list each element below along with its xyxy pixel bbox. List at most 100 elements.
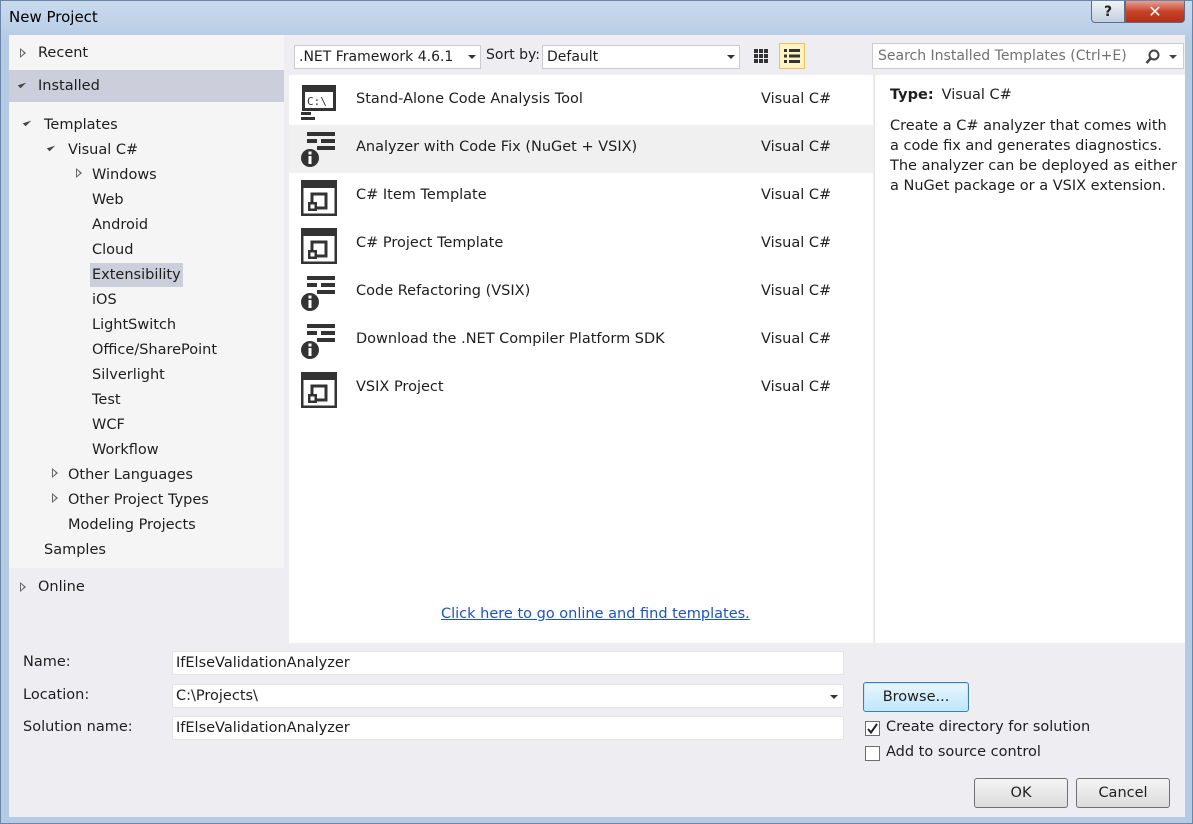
template-name: Stand-Alone Code Analysis Tool	[356, 91, 583, 107]
tree-installed[interactable]: Installed	[9, 70, 284, 102]
chevron-down-icon	[468, 55, 476, 59]
solution-name-field[interactable]: IfElseValidationAnalyzer	[172, 716, 844, 740]
tree-item-web[interactable]: Web	[92, 188, 124, 212]
template-language: Visual C#	[761, 139, 832, 155]
analyzer-icon	[301, 276, 335, 311]
tree-other-languages[interactable]: Other Languages	[68, 463, 193, 487]
tree-item-workflow[interactable]: Workflow	[92, 438, 159, 462]
sort-value: Default	[547, 49, 599, 65]
chevron-down-icon[interactable]	[1169, 55, 1177, 59]
chevron-down-icon	[727, 55, 735, 59]
solution-name-value: IfElseValidationAnalyzer	[176, 720, 350, 736]
location-field[interactable]: C:\Projects\	[172, 684, 844, 708]
template-language: Visual C#	[761, 187, 832, 203]
tree-online-label: Online	[38, 579, 85, 595]
template-row[interactable]: VSIX Project Visual C#	[289, 365, 873, 413]
tree-item-cloud[interactable]: Cloud	[92, 238, 133, 262]
tree-installed-label: Installed	[38, 78, 100, 94]
location-label: Location:	[23, 687, 90, 703]
search-icon[interactable]	[1145, 49, 1161, 65]
framework-dropdown[interactable]: .NET Framework 4.6.1	[294, 45, 481, 69]
ok-button[interactable]: OK	[974, 778, 1068, 808]
tree-modeling-projects[interactable]: Modeling Projects	[68, 513, 196, 537]
template-row[interactable]: C:\ Stand-Alone Code Analysis Tool Visua…	[289, 77, 873, 125]
tree-templates[interactable]: Templates	[44, 113, 118, 137]
grid-view-icon	[754, 49, 768, 63]
template-language: Visual C#	[761, 379, 832, 395]
browse-button[interactable]: Browse...	[863, 682, 969, 712]
template-row[interactable]: Download the .NET Compiler Platform SDK …	[289, 317, 873, 365]
template-row[interactable]: C# Project Template Visual C#	[289, 221, 873, 269]
tree-recent[interactable]: Recent	[9, 37, 284, 69]
create-directory-checkbox[interactable]	[865, 721, 880, 736]
template-row[interactable]: Code Refactoring (VSIX) Visual C#	[289, 269, 873, 317]
template-name: C# Item Template	[356, 187, 487, 203]
title-bar: New Project ? ✕	[1, 1, 1192, 35]
template-tree: Recent Installed Templates Visual C# Win…	[9, 35, 284, 568]
close-button[interactable]: ✕	[1125, 1, 1185, 23]
console-icon: C:\	[301, 85, 336, 120]
list-view-button[interactable]	[779, 43, 805, 69]
tree-online[interactable]: Online	[9, 571, 284, 603]
source-control-checkbox[interactable]	[865, 746, 880, 761]
help-button[interactable]: ?	[1091, 1, 1125, 23]
tree-item-lightswitch[interactable]: LightSwitch	[92, 313, 176, 337]
cancel-button[interactable]: Cancel	[1076, 778, 1170, 808]
analyzer-icon	[301, 324, 335, 359]
search-templates-input[interactable]: Search Installed Templates (Ctrl+E)	[872, 43, 1184, 69]
expand-arrow-icon[interactable]	[52, 493, 58, 503]
expand-arrow-icon[interactable]	[52, 468, 58, 478]
tree-item-windows[interactable]: Windows	[92, 163, 157, 187]
source-control-label[interactable]: Add to source control	[886, 744, 1041, 760]
template-toolbar: .NET Framework 4.6.1 Sort by: Default	[291, 43, 874, 73]
type-value: Visual C#	[941, 87, 1012, 103]
vsix-icon	[301, 180, 337, 216]
search-placeholder: Search Installed Templates (Ctrl+E)	[878, 48, 1127, 64]
expand-arrow-icon[interactable]	[20, 582, 26, 592]
tree-item-office-sharepoint[interactable]: Office/SharePoint	[92, 338, 217, 362]
type-label: Type:	[890, 87, 934, 103]
expand-arrow-icon[interactable]	[20, 48, 26, 58]
name-field[interactable]: IfElseValidationAnalyzer	[172, 651, 844, 675]
collapse-arrow-icon[interactable]	[17, 79, 27, 89]
template-description: Create a C# analyzer that comes with a c…	[890, 118, 1177, 194]
template-name: Download the .NET Compiler Platform SDK	[356, 331, 665, 347]
template-list: C:\ Stand-Alone Code Analysis Tool Visua…	[289, 75, 873, 643]
online-templates-link[interactable]: Click here to go online and find templat…	[441, 606, 750, 622]
svg-text:C:\: C:\	[307, 95, 327, 108]
dialog-body: Recent Installed Templates Visual C# Win…	[9, 35, 1185, 817]
template-row[interactable]: Analyzer with Code Fix (NuGet + VSIX) Vi…	[289, 125, 873, 173]
tree-item-silverlight[interactable]: Silverlight	[92, 363, 165, 387]
tree-item-extensibility[interactable]: Extensibility	[90, 263, 183, 287]
analyzer-icon	[301, 132, 335, 167]
small-icons-view-button[interactable]	[748, 43, 774, 69]
framework-value: .NET Framework 4.6.1	[299, 49, 454, 65]
template-name: C# Project Template	[356, 235, 504, 251]
tree-item-ios[interactable]: iOS	[92, 288, 117, 312]
chevron-down-icon[interactable]	[830, 695, 838, 699]
template-name: Code Refactoring (VSIX)	[356, 283, 531, 299]
tree-item-android[interactable]: Android	[92, 213, 148, 237]
template-language: Visual C#	[761, 283, 832, 299]
tree-other-project-types[interactable]: Other Project Types	[68, 488, 209, 512]
create-directory-label[interactable]: Create directory for solution	[886, 719, 1090, 735]
tree-item-wcf[interactable]: WCF	[92, 413, 125, 437]
tree-item-test[interactable]: Test	[92, 388, 121, 412]
tree-visual-cs[interactable]: Visual C#	[68, 138, 138, 162]
name-value: IfElseValidationAnalyzer	[176, 655, 350, 671]
template-row[interactable]: C# Item Template Visual C#	[289, 173, 873, 221]
template-language: Visual C#	[761, 91, 832, 107]
expand-arrow-icon[interactable]	[76, 168, 82, 178]
name-label: Name:	[23, 654, 71, 670]
collapse-arrow-icon[interactable]	[22, 117, 32, 127]
template-name: Analyzer with Code Fix (NuGet + VSIX)	[356, 139, 638, 155]
vsix-icon	[301, 372, 337, 408]
sort-by-label: Sort by:	[486, 47, 541, 63]
collapse-arrow-icon[interactable]	[46, 142, 56, 152]
template-description-panel: Type: Visual C# Create a C# analyzer that…	[874, 75, 1185, 643]
tree-samples[interactable]: Samples	[44, 538, 106, 562]
template-type: Type: Visual C#	[890, 87, 1012, 103]
sort-dropdown[interactable]: Default	[542, 45, 740, 69]
template-language: Visual C#	[761, 235, 832, 251]
list-view-icon	[784, 49, 800, 63]
